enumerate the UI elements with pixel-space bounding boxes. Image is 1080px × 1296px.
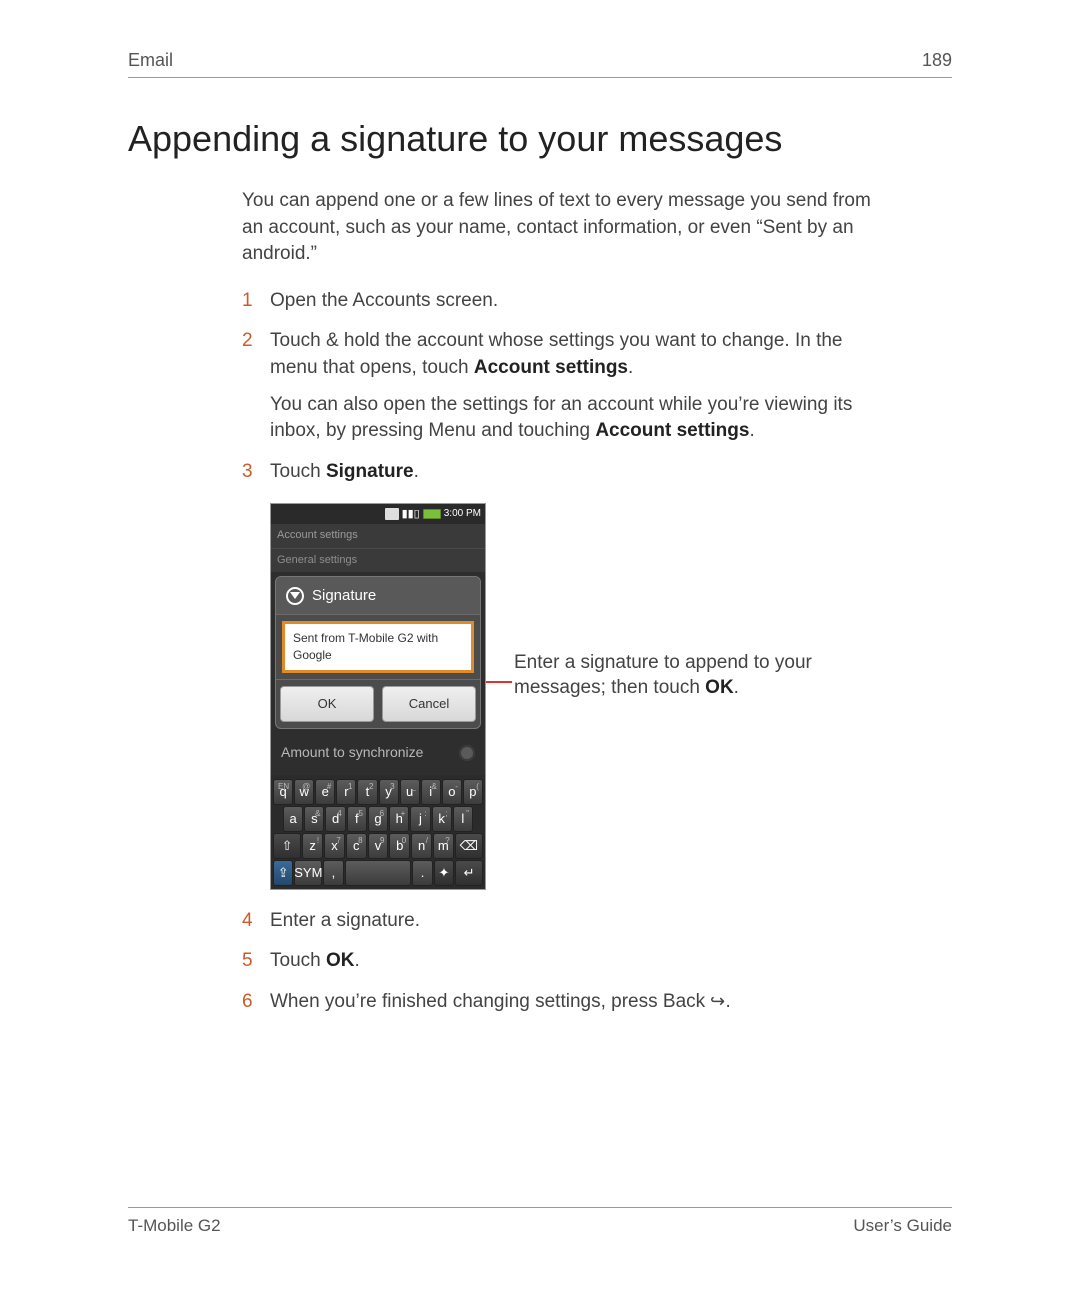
status-time: 3:00 PM (444, 507, 481, 521)
key-f[interactable]: 5f (347, 806, 367, 832)
sync-row[interactable]: Amount to synchronize (271, 733, 485, 775)
battery-icon (423, 509, 441, 519)
key-x[interactable]: 7x (324, 833, 345, 859)
breadcrumb: Account settings (271, 524, 485, 547)
header-page-number: 189 (922, 50, 952, 71)
network-3g-icon (385, 508, 399, 520)
cancel-button[interactable]: Cancel (382, 686, 476, 722)
key-n[interactable]: /n (411, 833, 432, 859)
key-l[interactable]: "l (453, 806, 473, 832)
key-⇪[interactable]: ⇪ (273, 860, 293, 886)
key-i[interactable]: &i (421, 779, 441, 805)
sync-label: Amount to synchronize (281, 743, 423, 763)
key-blank[interactable] (345, 860, 412, 886)
key-o[interactable]: -o (442, 779, 462, 805)
key-j[interactable]: :j (410, 806, 430, 832)
key-e[interactable]: #e (315, 779, 335, 805)
signal-icon: ▮▮▯ (402, 509, 420, 520)
step-2: Touch & hold the account whose settings … (242, 328, 882, 444)
signature-input[interactable]: Sent from T-Mobile G2 with Google (282, 621, 474, 673)
ok-button[interactable]: OK (280, 686, 374, 722)
dropdown-icon (286, 587, 304, 605)
step-4: Enter a signature. (242, 908, 882, 935)
header-section: Email (128, 50, 173, 71)
key-z[interactable]: !z (302, 833, 323, 859)
footer-left: T-Mobile G2 (128, 1216, 221, 1236)
key-y[interactable]: 3y (379, 779, 399, 805)
key-k[interactable]: ;k (432, 806, 452, 832)
key-d[interactable]: 4d (325, 806, 345, 832)
key-m[interactable]: ?m (433, 833, 454, 859)
running-footer: T-Mobile G2 User’s Guide (128, 1207, 952, 1236)
steps-list: Open the Accounts screen. Touch & hold t… (242, 288, 882, 1016)
dialog-title-bar: Signature (276, 577, 480, 615)
key-p[interactable]: (p (463, 779, 483, 805)
section-header: General settings (271, 548, 485, 572)
key-q[interactable]: ENq (273, 779, 293, 805)
step-3: Touch Signature. ▮▮▯ 3:00 PM Account set… (242, 459, 882, 890)
page-title: Appending a signature to your messages (128, 118, 952, 160)
key-c[interactable]: 8c (346, 833, 367, 859)
key-,[interactable]: , (323, 860, 343, 886)
key-v[interactable]: 9v (368, 833, 389, 859)
key-.[interactable]: . (412, 860, 432, 886)
key-g[interactable]: 6g (368, 806, 388, 832)
key-✦[interactable]: ✦ (434, 860, 454, 886)
intro-paragraph: You can append one or a few lines of tex… (242, 188, 882, 268)
key-s[interactable]: &s (304, 806, 324, 832)
phone-screenshot: ▮▮▯ 3:00 PM Account settings General set… (270, 503, 486, 889)
key-b[interactable]: 0b (389, 833, 410, 859)
signature-dialog: Signature Sent from T-Mobile G2 with Goo… (275, 576, 481, 729)
key-t[interactable]: 2t (357, 779, 377, 805)
step-6: When you’re finished changing settings, … (242, 989, 882, 1016)
key-⇧[interactable]: ⇧ (273, 833, 301, 859)
sync-chevron-icon (459, 745, 475, 761)
status-bar: ▮▮▯ 3:00 PM (271, 504, 485, 524)
key-h[interactable]: +h (389, 806, 409, 832)
running-header: Email 189 (128, 50, 952, 78)
key-⌫[interactable]: ⌫ (455, 833, 483, 859)
key-w[interactable]: @w (294, 779, 314, 805)
callout-text: Enter a signature to append to your mess… (514, 650, 814, 701)
key-r[interactable]: 1r (336, 779, 356, 805)
key-SYM[interactable]: SYM (294, 860, 322, 886)
on-screen-keyboard[interactable]: ENq@w#e1r2t3y_u&i-o(p a&s4d5f6g+h:j;k"l … (271, 775, 485, 889)
callout: Enter a signature to append to your mess… (486, 692, 814, 701)
step-2-subtext: You can also open the settings for an ac… (270, 392, 882, 445)
back-arrow-icon: ↩ (710, 989, 725, 1014)
key-u[interactable]: _u (400, 779, 420, 805)
key-a[interactable]: a (283, 806, 303, 832)
callout-leader-line (486, 681, 512, 683)
step-1: Open the Accounts screen. (242, 288, 882, 315)
step-5: Touch OK. (242, 948, 882, 975)
footer-right: User’s Guide (853, 1216, 952, 1236)
dialog-title-text: Signature (312, 585, 376, 606)
key-↵[interactable]: ↵ (455, 860, 483, 886)
